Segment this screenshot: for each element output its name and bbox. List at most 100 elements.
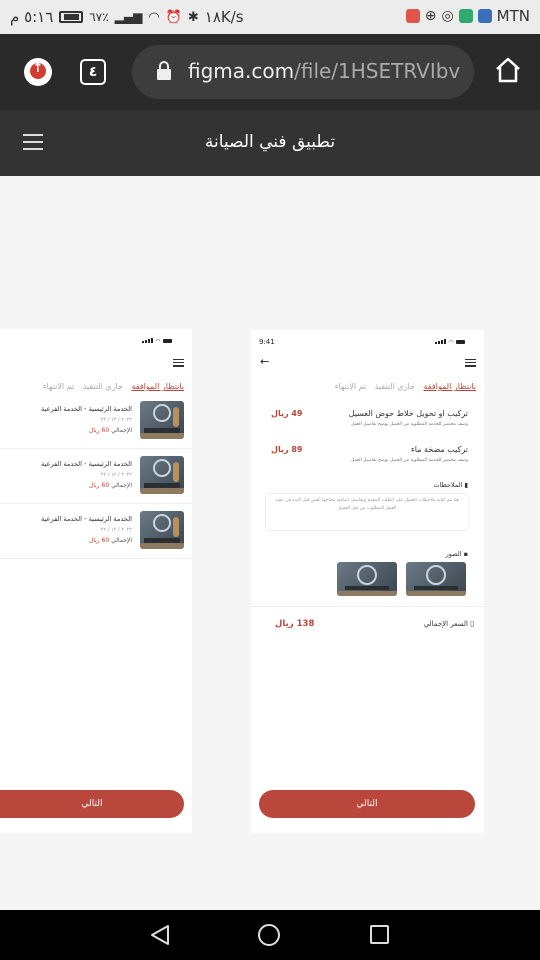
service-item: تركيب او تحويل خلاط حوض الغسيل وصف مختصر…: [261, 406, 474, 436]
navigation-bar: [0, 910, 540, 960]
whatsapp-icon: ◎: [441, 8, 454, 24]
address-bar[interactable]: figma.com/file/1HSETRVIbv: [132, 45, 474, 99]
service-price: 89 ريال: [271, 445, 303, 454]
service-name: تركيب مضخة ماء: [411, 445, 468, 454]
total-price-label-text: السعر الإجمالي: [423, 620, 468, 628]
back-icon[interactable]: [150, 924, 170, 946]
url-text: figma.com/file/1HSETRVIbv: [188, 59, 460, 83]
photos-title: ▪ الصور: [446, 550, 468, 558]
signal-icon: [435, 339, 446, 344]
order-card[interactable]: الخدمة الرئيسية - الخدمة الفرعية ٢٠٢٢ / …: [0, 454, 192, 504]
figma-header: تطبيق فني الصيانة: [0, 110, 540, 176]
next-button[interactable]: التالي: [0, 790, 184, 818]
order-total: الإجمالي 60 ريال: [89, 427, 132, 434]
camera-icon: ▪: [463, 550, 468, 558]
photo-thumbnail[interactable]: [406, 562, 466, 596]
order-details-screen: 9:41 ◠ ← بانتظار الموافقة جاري التنفيذ ت…: [251, 330, 484, 833]
carrier-name: MTN: [496, 7, 530, 25]
mini-status-icons: ◠: [142, 337, 172, 345]
orders-screen: ◠ بانتظار الموافقة جاري التنفيذ تم الانت…: [0, 329, 192, 833]
status-right: ⊕ ◎ MTN: [405, 7, 530, 25]
lock-icon: [157, 61, 171, 80]
notes-title-text: الملاحظات: [433, 481, 463, 489]
wifi-icon: ◠: [448, 339, 454, 346]
browser-toolbar: ↑ ٤ figma.com/file/1HSETRVIbv: [0, 34, 540, 110]
order-title: الخدمة الرئيسية - الخدمة الفرعية: [41, 515, 132, 523]
order-date: ٢٠٢٢ / ١٢ / ٢٢: [100, 472, 132, 478]
menu-icon[interactable]: [465, 359, 476, 367]
order-title: الخدمة الرئيسية - الخدمة الفرعية: [41, 405, 132, 413]
tab-pending[interactable]: بانتظار الموافقة: [423, 382, 476, 391]
home-icon[interactable]: [494, 56, 522, 84]
home-circle-icon[interactable]: [258, 924, 280, 946]
total-value: 60 ريال: [88, 427, 110, 434]
status-tabs: بانتظار الموافقة جاري التنفيذ تم الانتها…: [335, 382, 476, 391]
bluetooth-icon: ✱: [187, 9, 199, 25]
shield-icon: [477, 9, 492, 23]
order-total: الإجمالي 60 ريال: [89, 482, 132, 489]
tab-completed[interactable]: تم الانتهاء: [43, 382, 74, 391]
service-description: وصف مختصر للخدمة المطلوبة من العميل يوضح…: [350, 422, 468, 427]
tab-in-progress[interactable]: جاري التنفيذ: [83, 382, 123, 391]
service-price: 49 ريال: [271, 409, 303, 418]
notes-title: ▮ الملاحظات: [433, 481, 468, 489]
battery-level: ٦٧٪: [89, 10, 109, 24]
total-label: الإجمالي: [111, 482, 132, 489]
signal-icon: [142, 338, 153, 343]
order-date: ٢٠٢٢ / ١٢ / ٢٢: [100, 527, 132, 533]
total-value: 60 ريال: [88, 537, 110, 544]
battery-icon: [59, 11, 84, 23]
url-domain: figma.com: [188, 59, 295, 83]
mini-status-time: 9:41: [259, 338, 275, 346]
wifi-icon: ◠: [155, 338, 161, 345]
order-date: ٢٠٢٢ / ١٢ / ٢٢: [100, 417, 132, 423]
notes-box: هنا يتم كتابة ملاحظات العميل على الطلب ا…: [265, 493, 469, 531]
url-path: /file/1HSETRVIbv: [294, 59, 461, 83]
add-circle-icon: ⊕: [424, 8, 437, 24]
tab-pending[interactable]: بانتظار الموافقة: [131, 382, 184, 391]
next-button[interactable]: التالي: [259, 790, 475, 818]
tab-switcher-button[interactable]: ٤: [80, 59, 106, 85]
divider: [251, 606, 484, 607]
service-description: وصف مختصر للخدمة المطلوبة من العميل يوضح…: [350, 458, 468, 463]
menu-icon[interactable]: [173, 359, 184, 367]
recent-apps-icon[interactable]: [370, 925, 389, 944]
status-tabs: بانتظار الموافقة جاري التنفيذ تم الانتها…: [43, 382, 184, 391]
notes-icon: ▮: [464, 481, 468, 489]
photo-thumbnail[interactable]: [337, 562, 397, 596]
order-card[interactable]: الخدمة الرئيسية - الخدمة الفرعية ٢٠٢٢ / …: [0, 399, 192, 449]
status-time: ٥:١٦ م: [10, 8, 54, 26]
mini-status-icons: ◠: [435, 338, 465, 346]
total-value: 60 ريال: [88, 482, 110, 489]
battery-icon: [162, 339, 172, 343]
order-card[interactable]: الخدمة الرئيسية - الخدمة الفرعية ٢٠٢٢ / …: [0, 509, 192, 559]
status-bar: ٥:١٦ م ٦٧٪ ▂▄▆ ◠ ⏰ ✱ ١٨K/s ⊕ ◎ MTN: [0, 0, 540, 34]
figma-file-title: تطبيق فني الصيانة: [204, 132, 336, 152]
order-image: [140, 511, 184, 549]
wifi-icon: ◠: [148, 9, 160, 25]
service-item: تركيب مضخة ماء وصف مختصر للخدمة المطلوبة…: [261, 442, 474, 472]
tab-completed[interactable]: تم الانتهاء: [335, 382, 366, 391]
total-price-value: 138 ريال: [275, 619, 315, 629]
order-title: الخدمة الرئيسية - الخدمة الفرعية: [41, 460, 132, 468]
service-name: تركيب او تحويل خلاط حوض الغسيل: [348, 409, 468, 418]
tab-in-progress[interactable]: جاري التنفيذ: [375, 382, 415, 391]
app-notification-icon: [405, 9, 420, 23]
battery-icon: [455, 340, 465, 344]
back-arrow-icon[interactable]: ←: [260, 355, 269, 368]
receipt-icon: ▯: [470, 620, 474, 628]
network-speed: ١٨K/s: [204, 8, 244, 26]
fitness-icon: [458, 9, 473, 23]
status-left: ٥:١٦ م ٦٧٪ ▂▄▆ ◠ ⏰ ✱ ١٨K/s: [10, 8, 244, 26]
photos-title-text: الصور: [445, 550, 462, 558]
total-price-label: ▯ السعر الإجمالي: [424, 620, 474, 628]
order-total: الإجمالي 60 ريال: [89, 537, 132, 544]
order-image: [140, 401, 184, 439]
total-label: الإجمالي: [111, 427, 132, 434]
alarm-icon: ⏰: [165, 9, 182, 25]
update-button[interactable]: ↑: [24, 58, 52, 86]
order-image: [140, 456, 184, 494]
signal-icon: ▂▄▆: [114, 10, 143, 24]
arrow-up-icon: ↑: [32, 61, 44, 76]
total-label: الإجمالي: [111, 537, 132, 544]
